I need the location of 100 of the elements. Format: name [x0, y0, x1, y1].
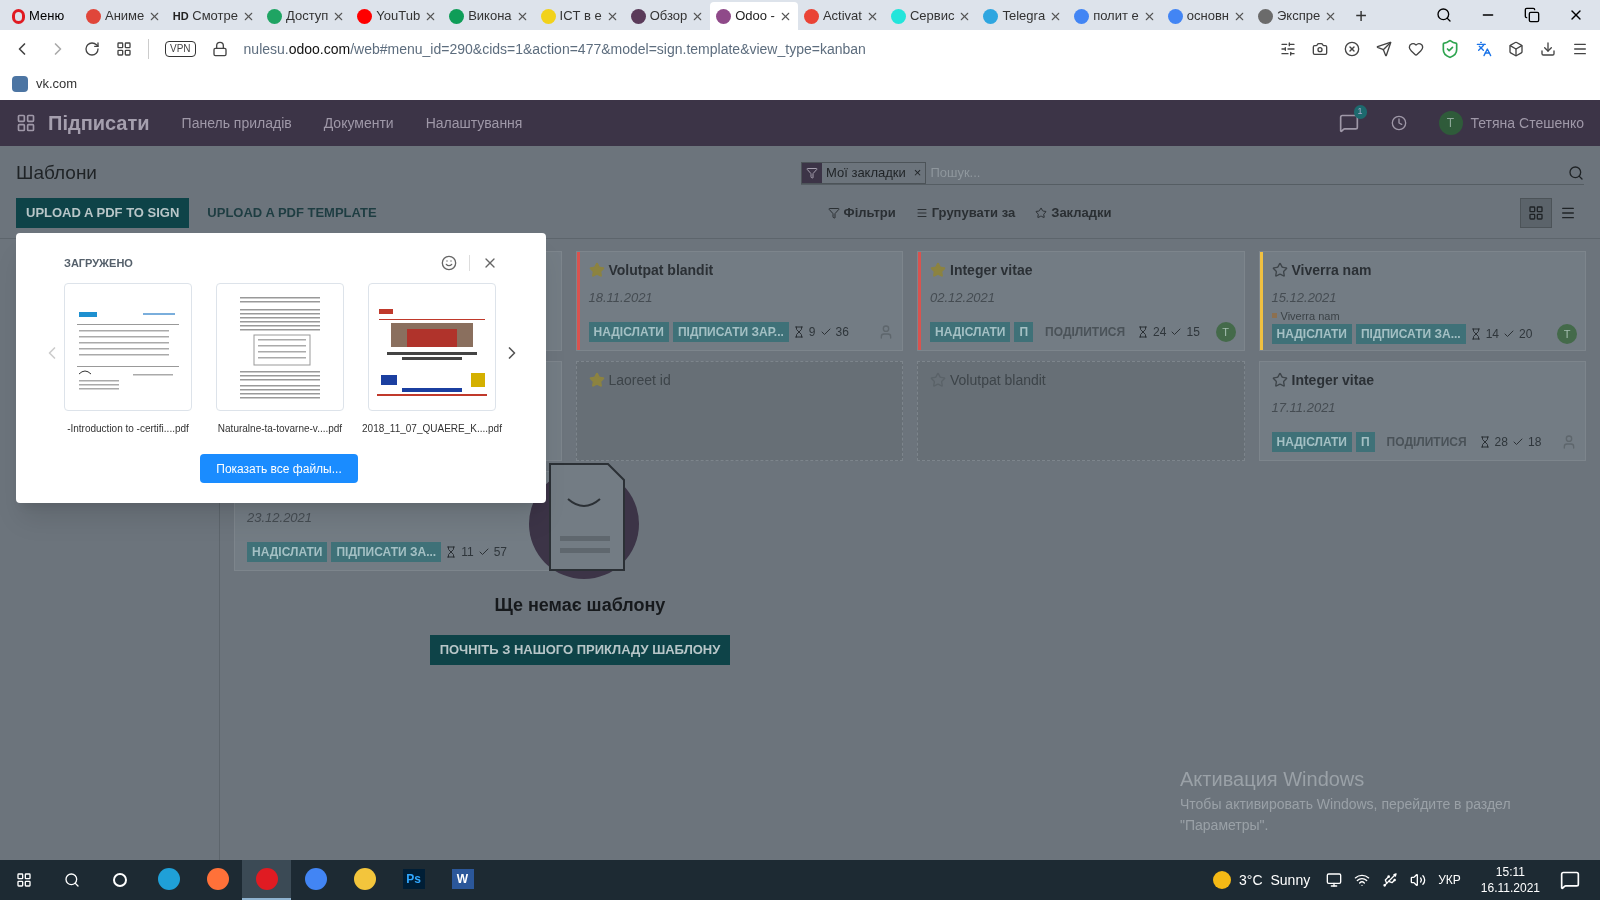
card-action-button[interactable]: ПІДПИСАТИ ЗА... [331, 542, 442, 562]
new-tab-button[interactable]: + [1343, 2, 1379, 30]
search-icon[interactable] [64, 872, 80, 888]
card-action-button[interactable]: НАДІСЛАТИ [1271, 324, 1352, 344]
shield-icon[interactable] [1440, 39, 1460, 59]
browser-tab[interactable]: Activat [797, 2, 885, 30]
browser-tab[interactable]: ICT в е [534, 2, 625, 30]
browser-tab[interactable]: полит е [1068, 2, 1162, 30]
camera-icon[interactable] [1312, 41, 1328, 57]
browser-tab[interactable]: Доступ [260, 2, 352, 30]
restore-icon[interactable] [1524, 7, 1540, 23]
chat-icon[interactable] [1338, 113, 1359, 133]
windows-start-icon[interactable] [16, 872, 32, 888]
file-name: 2018_11_07_QUAERE_K....pdf [362, 422, 502, 436]
upload-pdf-to-sign-button[interactable]: UPLOAD A PDF TO SIGN [16, 198, 190, 228]
card-action-button[interactable]: ПІДПИСАТИ ЗА... [1356, 324, 1466, 344]
browser-tab[interactable]: Odoo - [710, 2, 798, 30]
favorite-star-icon[interactable] [930, 262, 946, 278]
cube-icon[interactable] [1508, 41, 1524, 57]
browser-tab[interactable]: Telegra [977, 2, 1069, 30]
browser-menu[interactable]: Меню [4, 2, 80, 30]
taskbar-app[interactable]: W [438, 860, 487, 900]
lock-icon [211, 41, 228, 57]
browser-tab[interactable]: Аниме [80, 2, 168, 30]
person-icon [878, 324, 894, 340]
check-icon [1511, 436, 1524, 448]
signed-count: 18 [1527, 434, 1542, 451]
card-action-button[interactable]: П [1356, 432, 1375, 452]
tab-title: ICT в е [559, 7, 602, 26]
card-action-button[interactable]: ПІДПИСАТИ ЗАР... [673, 322, 789, 342]
show-all-files-button[interactable]: Показать все файлы... [200, 454, 358, 483]
taskbar-app[interactable]: Ps [389, 860, 438, 900]
person-icon [1561, 434, 1577, 450]
nav-menu-item[interactable]: Документи [323, 112, 394, 134]
language-indicator[interactable]: УКР [1438, 871, 1461, 889]
download-icon[interactable] [1540, 41, 1556, 57]
grid-icon [1528, 205, 1544, 221]
user-menu[interactable]: T Тетяна Стешенко [1438, 111, 1584, 135]
taskbar-app[interactable] [242, 860, 291, 900]
card-action-button[interactable]: НАДІСЛАТИ [588, 322, 669, 342]
network-icon[interactable] [1354, 872, 1371, 888]
hourglass-icon [1137, 326, 1150, 338]
sun-icon [1213, 871, 1231, 889]
address-field[interactable]: nulesu.odoo.com/web#menu_id=290&cids=1&action=477&model=sign.template&view_type=kanban [243, 38, 1264, 60]
search-option-button[interactable]: Групувати за [915, 203, 1016, 223]
bookmark-link[interactable]: vk.com [12, 74, 78, 94]
send-icon[interactable] [1376, 41, 1392, 57]
card-action-button[interactable]: НАДІСЛАТИ [1271, 432, 1352, 452]
apps-menu-icon[interactable] [16, 113, 36, 133]
favorite-star-icon[interactable] [1271, 372, 1288, 388]
browser-tab[interactable]: YouTub [351, 2, 444, 30]
browser-tab[interactable]: Сервис [884, 2, 978, 30]
nav-menu-item[interactable]: Налаштування [425, 112, 523, 134]
card-action-button[interactable]: НАДІСЛАТИ [247, 542, 328, 562]
heart-icon[interactable] [1408, 41, 1424, 57]
tab-title: Викона [468, 7, 512, 26]
weather-condition: Sunny [1270, 870, 1311, 890]
empty-state-title: Ще немає шаблону [494, 594, 666, 617]
user-avatar: T [1557, 324, 1577, 344]
favorite-star-icon[interactable] [588, 262, 605, 278]
kanban-view-button[interactable] [1520, 198, 1552, 228]
browser-tab[interactable]: основн [1161, 2, 1252, 30]
search-option-button[interactable]: Закладки [1035, 203, 1112, 223]
card-action-button[interactable]: П [1014, 322, 1034, 342]
weather-temperature: 3°C [1239, 870, 1263, 890]
clock[interactable]: 15:11 16.11.2021 [1480, 864, 1540, 896]
start-sample-template-button[interactable]: ПОЧНІТЬ З НАШОГО ПРИКЛАДУ ШАБЛОНУ [429, 635, 731, 665]
browser-tab[interactable]: HD Смотре [167, 2, 261, 30]
browser-tab[interactable]: Обзор [624, 2, 711, 30]
opera-logo-icon [12, 8, 25, 24]
browser-tab[interactable]: Экспре [1252, 2, 1344, 30]
pending-count: 24 [1153, 324, 1167, 341]
tab-title: Экспре [1277, 7, 1321, 26]
upload-pdf-template-button[interactable]: UPLOAD A PDF TEMPLATE [189, 198, 395, 228]
remove-facet-button[interactable]: × [909, 162, 926, 183]
menu-icon[interactable] [1572, 41, 1588, 57]
browser-tab[interactable]: Викона [443, 2, 535, 30]
list-icon [1560, 205, 1576, 221]
activity-clock-icon[interactable] [1390, 115, 1407, 131]
translate-icon[interactable] [1476, 41, 1492, 57]
pending-count: 28 [1494, 434, 1508, 451]
search-icon[interactable] [1436, 7, 1452, 23]
pending-count: 14 [1485, 326, 1499, 343]
favorite-star-icon[interactable] [1271, 262, 1288, 278]
nav-menu-item[interactable]: Панель приладів [181, 112, 292, 134]
smiley-icon[interactable] [441, 255, 457, 271]
vpn-badge[interactable]: VPN [165, 41, 196, 57]
tab-title: Доступ [285, 7, 329, 26]
volume-icon[interactable] [1410, 872, 1427, 888]
notifications-icon[interactable] [1560, 870, 1580, 890]
card-action-button[interactable]: НАДІСЛАТИ [930, 322, 1011, 342]
search-option-button[interactable]: Фільтри [827, 203, 896, 223]
filter-facet: Мої закладки × [801, 161, 927, 184]
tabs-grid-icon[interactable] [116, 41, 132, 57]
reload-icon[interactable] [84, 41, 100, 57]
block-icon[interactable] [1344, 41, 1360, 57]
favorite-star-icon[interactable] [588, 372, 605, 388]
group-icon [915, 207, 928, 219]
tab-title: основн [1186, 7, 1229, 26]
usb-icon[interactable] [1382, 872, 1399, 888]
